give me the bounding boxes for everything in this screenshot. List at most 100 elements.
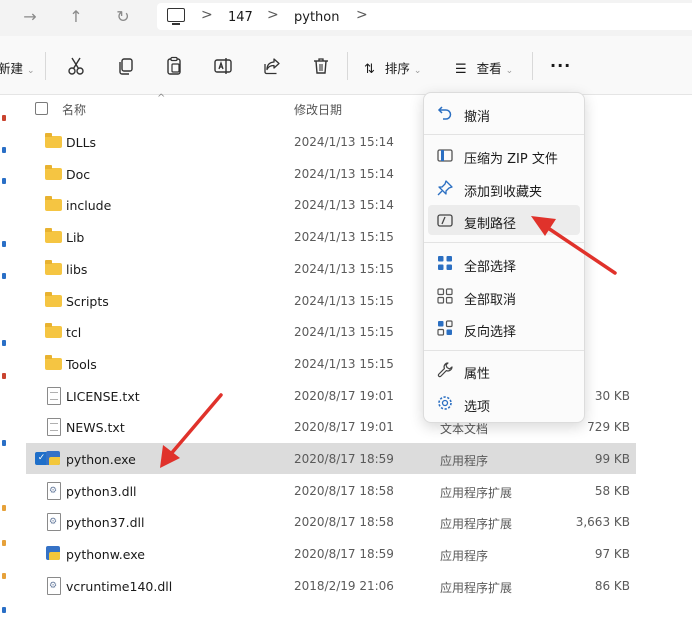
select-all-checkbox[interactable] xyxy=(35,102,48,115)
breadcrumb-python[interactable]: python xyxy=(294,10,339,25)
file-size: 97 KB xyxy=(594,547,630,562)
share-icon[interactable] xyxy=(262,56,284,76)
menu-item-label: 复制路径 xyxy=(464,217,517,232)
nav-item-icon[interactable] xyxy=(2,505,6,511)
sort-label: 排序 xyxy=(384,61,410,76)
nav-item-icon[interactable] xyxy=(2,607,6,613)
refresh-icon[interactable]: ↻ xyxy=(111,6,135,28)
menu-item-select-all[interactable]: 全部选择 xyxy=(428,248,580,278)
chevron-down-icon: ⌄ xyxy=(505,66,514,76)
cut-icon[interactable] xyxy=(66,56,88,76)
select-all-icon xyxy=(436,254,454,272)
file-date: 2024/1/13 15:15 xyxy=(294,356,394,371)
file-row[interactable]: vcruntime140.dll 2018/2/19 21:06 应用程序扩展 86 … xyxy=(26,570,636,601)
text-file-icon xyxy=(47,386,61,405)
address-box[interactable]: > 147 > python > xyxy=(157,3,692,30)
nav-item-icon[interactable] xyxy=(2,178,6,184)
menu-item-add-favorites[interactable]: 添加到收藏夹 xyxy=(428,173,580,203)
new-button[interactable]: 新建 ⌄ xyxy=(0,58,35,77)
nav-item-icon[interactable] xyxy=(2,147,6,153)
file-date: 2024/1/13 15:15 xyxy=(294,325,394,340)
delete-icon[interactable] xyxy=(311,56,333,76)
menu-item-invert-selection[interactable]: 反向选择 xyxy=(428,313,580,343)
breadcrumb-separator: > xyxy=(267,7,279,23)
rename-icon[interactable] xyxy=(213,56,235,76)
menu-separator xyxy=(424,350,584,351)
nav-item-icon[interactable] xyxy=(2,440,6,446)
nav-item-icon[interactable] xyxy=(2,373,6,379)
sort-button[interactable]: ⇅ 排序 ⌄ xyxy=(364,58,421,77)
breadcrumb-147[interactable]: 147 xyxy=(228,10,253,25)
computer-icon xyxy=(167,8,185,22)
menu-item-copy-path[interactable]: 复制路径 xyxy=(428,205,580,235)
divider xyxy=(347,52,348,80)
folder-icon xyxy=(45,291,62,307)
menu-item-properties[interactable]: 属性 xyxy=(428,355,580,385)
nav-item-icon[interactable] xyxy=(2,573,6,579)
view-button[interactable]: ☰ 查看 ⌄ xyxy=(455,58,513,77)
application-icon xyxy=(46,451,60,465)
command-bar: 新建 ⌄ ⇅ 排序 ⌄ ☰ 查看 ⌄ ... xyxy=(0,36,692,95)
paste-icon[interactable] xyxy=(164,56,186,76)
file-size: 86 KB xyxy=(594,578,630,593)
breadcrumb-separator: > xyxy=(201,7,213,23)
pin-icon xyxy=(436,179,454,197)
nav-item-icon[interactable] xyxy=(2,115,6,121)
file-row[interactable]: python37.dll 2020/8/17 18:58 应用程序扩展 3,663 K… xyxy=(26,506,636,537)
file-type: 应用程序扩展 xyxy=(440,485,513,500)
file-row[interactable]: python3.dll 2020/8/17 18:58 应用程序扩展 58 KB xyxy=(26,475,636,506)
menu-item-undo[interactable]: 撤消 xyxy=(428,98,580,128)
file-date: 2020/8/17 18:58 xyxy=(294,483,394,498)
menu-item-options[interactable]: 选项 xyxy=(428,388,580,418)
file-name: libs xyxy=(66,261,88,277)
column-date-modified[interactable]: 修改日期 xyxy=(294,101,342,118)
more-options-button[interactable]: ... xyxy=(550,52,571,71)
file-name: DLLs xyxy=(66,135,97,150)
navigation-pane xyxy=(0,95,18,627)
menu-item-label: 选项 xyxy=(464,400,491,415)
gear-icon xyxy=(436,394,454,412)
menu-item-compress-zip[interactable]: 压缩为 ZIP 文件 xyxy=(428,140,580,170)
file-name: pythonw.exe xyxy=(66,547,145,563)
folder-icon xyxy=(45,164,62,180)
file-name: Scripts xyxy=(66,293,109,309)
wrench-icon xyxy=(436,361,454,379)
copy-icon[interactable] xyxy=(116,56,138,76)
folder-icon xyxy=(45,196,62,212)
file-date: 2024/1/13 15:15 xyxy=(294,293,394,308)
menu-item-label: 属性 xyxy=(464,367,491,382)
folder-icon xyxy=(45,354,62,370)
file-date: 2020/8/17 18:58 xyxy=(294,515,394,530)
file-size: 3,663 KB xyxy=(575,515,630,530)
up-arrow-icon[interactable]: ↑ xyxy=(64,6,88,28)
dll-file-icon xyxy=(47,576,61,595)
file-size: 729 KB xyxy=(587,420,630,435)
nav-item-icon[interactable] xyxy=(2,273,6,279)
file-name: Tools xyxy=(66,356,97,372)
file-name: vcruntime140.dll xyxy=(66,578,173,594)
file-size: 30 KB xyxy=(594,388,630,403)
file-date: 2020/8/17 19:01 xyxy=(294,388,394,403)
file-date: 2020/8/17 18:59 xyxy=(294,452,394,466)
invert-selection-icon xyxy=(436,319,454,337)
file-row[interactable]: pythonw.exe 2020/8/17 18:59 应用程序 97 KB xyxy=(26,538,636,569)
file-name: python.exe xyxy=(66,452,136,467)
forward-arrow-icon[interactable]: → xyxy=(18,6,42,28)
file-row[interactable]: ✓ python.exe 2020/8/17 18:59 应用程序 99 KB xyxy=(26,443,636,474)
nav-item-icon[interactable] xyxy=(2,540,6,546)
file-type: 应用程序扩展 xyxy=(440,517,513,532)
menu-item-select-none[interactable]: 全部取消 xyxy=(428,281,580,311)
column-name[interactable]: 名称 xyxy=(62,101,86,118)
dll-file-icon xyxy=(47,481,61,500)
view-icon: ☰ xyxy=(455,62,467,77)
menu-item-label: 压缩为 ZIP 文件 xyxy=(464,152,558,167)
file-type: 应用程序 xyxy=(440,454,489,468)
divider xyxy=(532,52,533,80)
nav-item-icon[interactable] xyxy=(2,340,6,346)
chevron-down-icon: ⌄ xyxy=(27,66,35,76)
file-name: python3.dll xyxy=(66,483,137,499)
divider xyxy=(45,52,46,80)
folder-icon xyxy=(45,133,62,148)
breadcrumb-separator[interactable]: > xyxy=(356,7,368,23)
nav-item-icon[interactable] xyxy=(2,241,6,247)
